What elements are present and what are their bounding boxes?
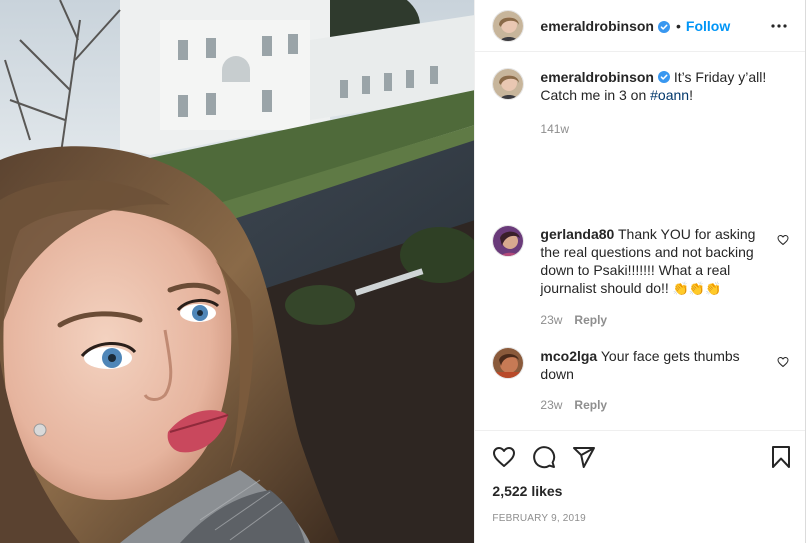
comment-time[interactable]: 23w <box>540 311 562 329</box>
instagram-post: emeraldrobinson • Follow emeraldrobinson… <box>0 0 806 543</box>
comment-body: mco2lga Your face gets thumbs down 23w R… <box>540 347 789 414</box>
commenter-avatar[interactable] <box>492 347 525 379</box>
caption-hashtag[interactable]: #oann <box>650 87 689 103</box>
clapping-hands-emoji: 👏👏👏 <box>672 281 722 296</box>
caption-time[interactable]: 141w <box>540 120 771 138</box>
avatar-image <box>493 226 524 256</box>
reply-button[interactable]: Reply <box>574 396 607 414</box>
paper-plane-icon[interactable] <box>572 445 596 469</box>
bookmark-icon[interactable] <box>769 445 793 469</box>
post-header: emeraldrobinson • Follow <box>475 0 805 52</box>
likes-count[interactable]: 2,522 likes <box>492 483 789 499</box>
comment-username[interactable]: gerlanda80 <box>540 226 614 242</box>
action-bar <box>492 431 790 483</box>
comment-meta: 23w Reply <box>540 311 763 329</box>
author-avatar[interactable] <box>492 9 525 42</box>
comment-like-heart-icon[interactable] <box>777 355 789 368</box>
post-actions-footer: 2,522 likes FEBRUARY 9, 2019 <box>475 430 805 543</box>
post-side-panel: emeraldrobinson • Follow emeraldrobinson… <box>474 0 805 543</box>
more-options-icon[interactable] <box>767 14 791 38</box>
post-caption: emeraldrobinson It’s Friday y’all! Catch… <box>492 68 789 138</box>
comment-like-heart-icon[interactable] <box>777 233 789 246</box>
caption-avatar[interactable] <box>492 68 525 100</box>
avatar-image <box>493 69 524 99</box>
caption-text-end: ! <box>689 87 693 103</box>
comment-item: mco2lga Your face gets thumbs down 23w R… <box>492 347 789 414</box>
avatar-image <box>493 348 524 378</box>
author-username[interactable]: emeraldrobinson <box>540 18 654 34</box>
post-photo[interactable] <box>0 0 475 543</box>
reply-button[interactable]: Reply <box>574 311 607 329</box>
comment-bubble-icon[interactable] <box>532 445 556 469</box>
comment-item: gerlanda80 Thank YOU for asking the real… <box>492 225 789 329</box>
comments-section[interactable]: emeraldrobinson It’s Friday y’all! Catch… <box>475 52 805 430</box>
heart-icon[interactable] <box>492 445 516 469</box>
verified-badge-icon <box>658 69 670 83</box>
comment-body: gerlanda80 Thank YOU for asking the real… <box>540 225 789 329</box>
header-separator: • <box>676 17 681 34</box>
avatar-image <box>493 10 524 41</box>
comment-username[interactable]: mco2lga <box>540 348 597 364</box>
commenter-avatar[interactable] <box>492 225 525 257</box>
comment-time[interactable]: 23w <box>540 396 562 414</box>
caption-body: emeraldrobinson It’s Friday y’all! Catch… <box>540 68 789 138</box>
post-date[interactable]: FEBRUARY 9, 2019 <box>492 513 789 524</box>
follow-button[interactable]: Follow <box>686 18 730 34</box>
selfie-image <box>0 0 475 543</box>
comment-meta: 23w Reply <box>540 396 763 414</box>
verified-badge-icon <box>658 20 670 33</box>
caption-username[interactable]: emeraldrobinson <box>540 69 654 85</box>
